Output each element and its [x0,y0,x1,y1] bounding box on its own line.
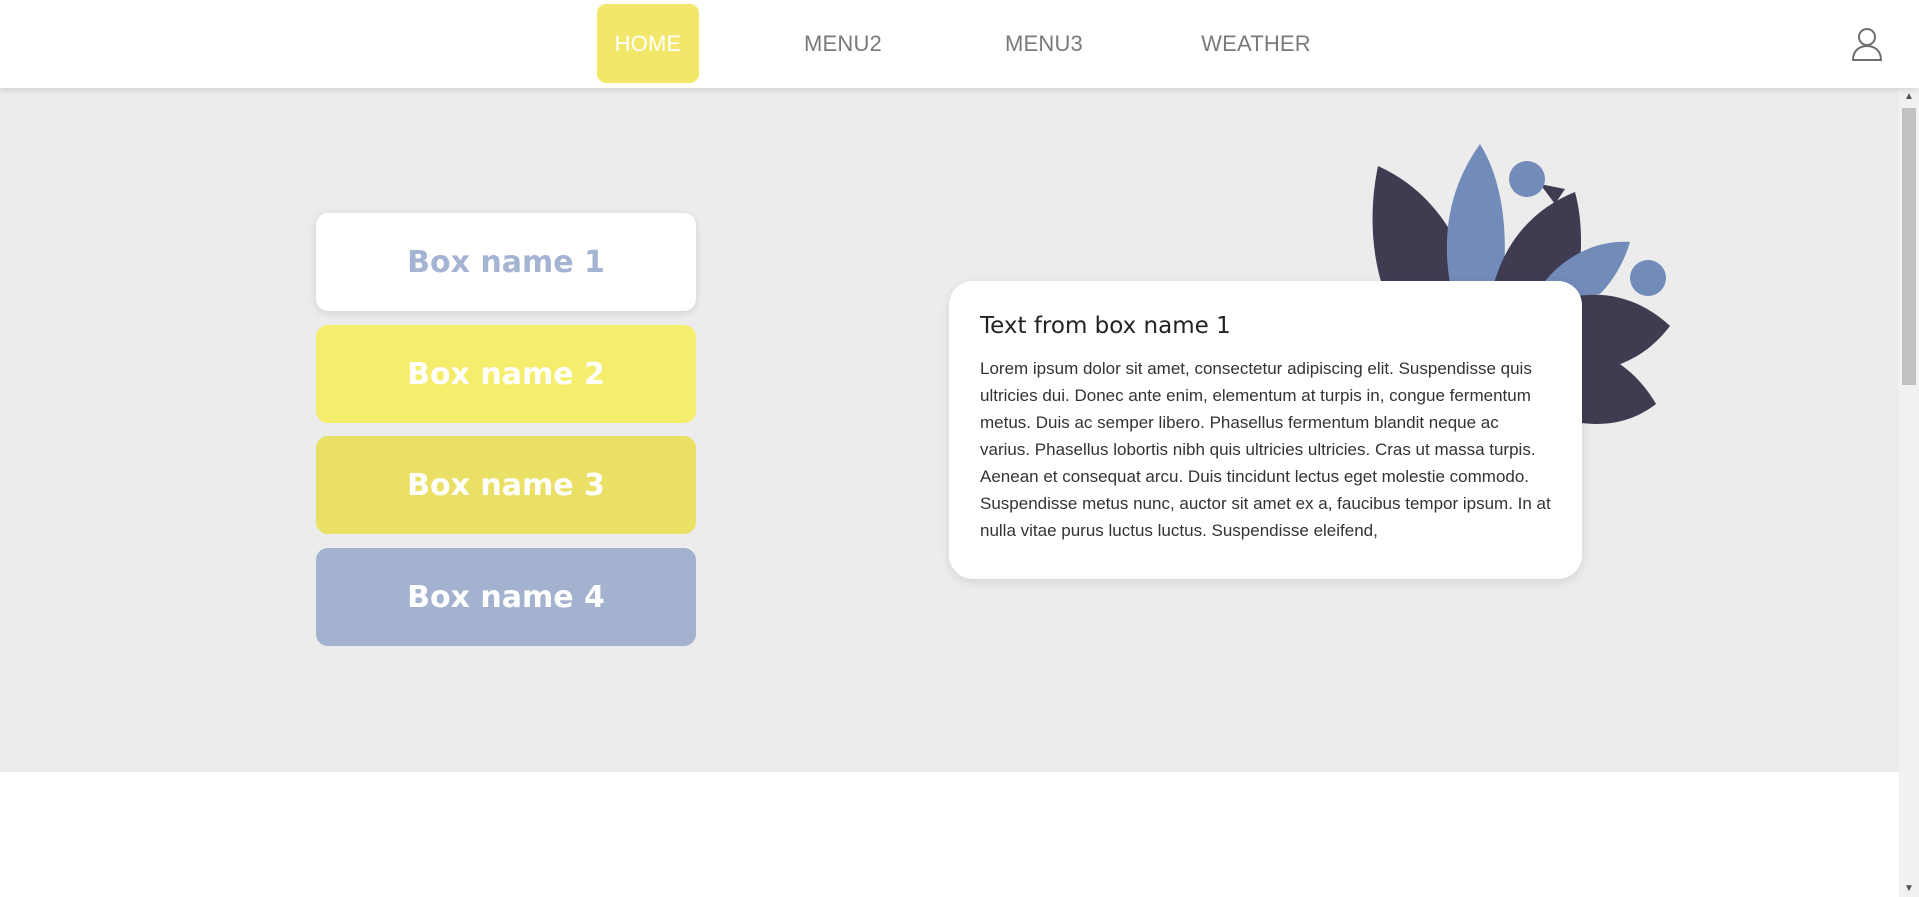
scroll-down-arrow-icon[interactable]: ▼ [1899,880,1919,897]
nav-menu2[interactable]: MENU2 [792,4,894,83]
nav-weather[interactable]: WEATHER [1195,4,1317,83]
scrollbar-thumb[interactable] [1902,108,1916,385]
top-navbar: HOME MENU2 MENU3 WEATHER [0,0,1919,88]
user-icon[interactable] [1851,27,1883,61]
nav-menu3[interactable]: MENU3 [993,4,1095,83]
card-body-text: Lorem ipsum dolor sit amet, consectetur … [980,359,1551,540]
hero-section: Box name 1 Box name 2 Box name 3 Box nam… [0,88,1899,772]
box-4-button[interactable]: Box name 4 [316,548,696,646]
box-1-button[interactable]: Box name 1 [316,213,696,311]
card-title: Text from box name 1 [980,313,1231,339]
page-scrollbar[interactable]: ▲ ▼ [1899,88,1919,897]
box-text-card: Text from box name 1 Lorem ipsum dolor s… [949,281,1582,579]
scroll-up-arrow-icon[interactable]: ▲ [1899,88,1919,105]
nav-home[interactable]: HOME [597,4,699,83]
box-3-button[interactable]: Box name 3 [316,436,696,534]
box-2-button[interactable]: Box name 2 [316,325,696,423]
